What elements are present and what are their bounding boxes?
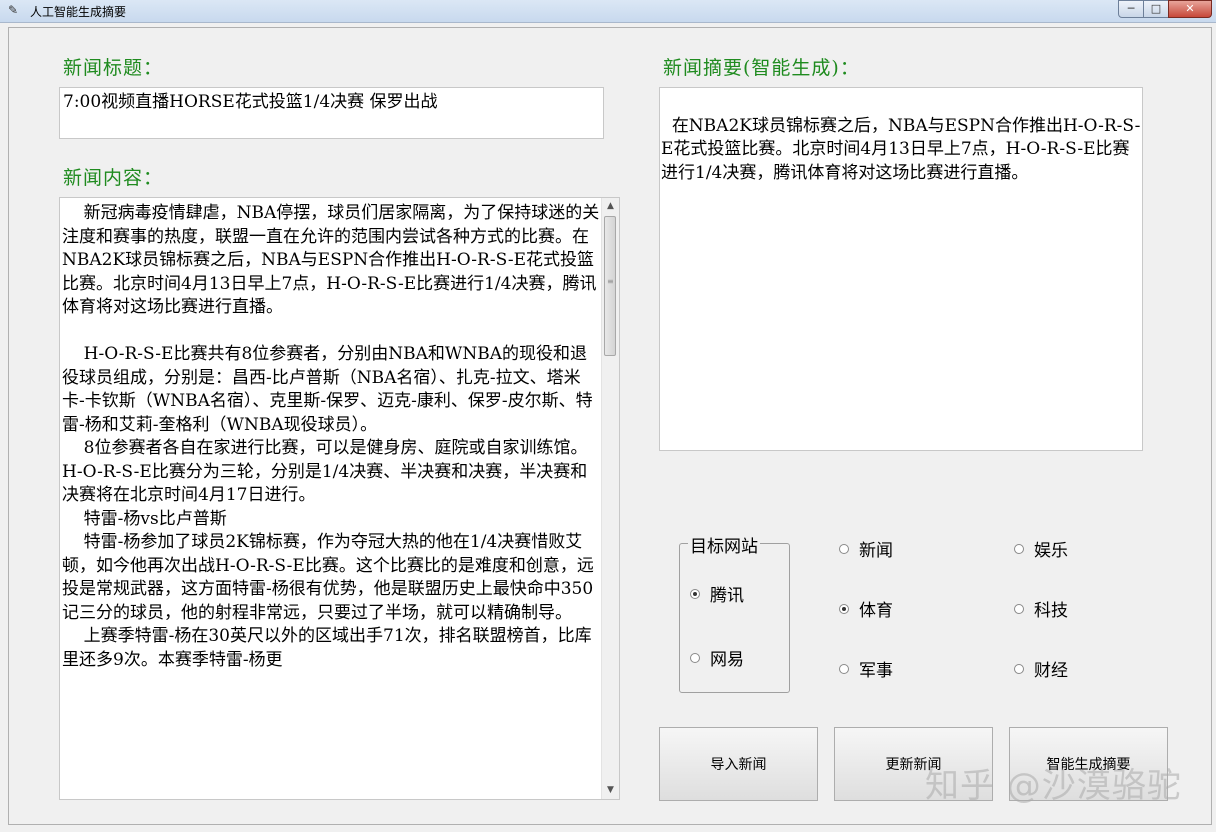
content-scrollbar[interactable]: ▲ ≡ ▼ — [601, 198, 619, 799]
close-button[interactable]: ✕ — [1168, 0, 1212, 18]
radio-unselected-icon — [690, 652, 700, 663]
radio-finance-label: 财经 — [1034, 661, 1068, 681]
radio-unselected-icon — [1014, 663, 1024, 674]
target-site-group: 目标网站 — [679, 532, 790, 693]
radio-sports-label: 体育 — [859, 601, 893, 621]
news-summary-label: 新闻摘要(智能生成)： — [663, 57, 860, 79]
news-title-value: 7:00视频直播HORSE花式投篮1/4决赛 保罗出战 — [63, 92, 438, 112]
news-title-label: 新闻标题： — [63, 57, 164, 79]
radio-entertainment-label: 娱乐 — [1034, 541, 1068, 561]
news-content-text: 新冠病毒疫情肆虐，NBA停摆，球员们居家隔离，为了保持球迷的关注度和赛事的热度，… — [62, 203, 600, 670]
radio-selected-icon — [690, 588, 700, 599]
window-controls: ─ □ ✕ — [1118, 0, 1212, 18]
radio-entertainment[interactable]: 娱乐 — [1014, 536, 1068, 561]
radio-unselected-icon — [839, 543, 849, 554]
radio-military-label: 军事 — [859, 661, 893, 681]
radio-finance[interactable]: 财经 — [1014, 656, 1068, 681]
news-content-textarea[interactable]: 新冠病毒疫情肆虐，NBA停摆，球员们居家隔离，为了保持球迷的关注度和赛事的热度，… — [59, 197, 620, 800]
radio-netease-label: 网易 — [710, 650, 744, 670]
generate-summary-button[interactable]: 智能生成摘要 — [1009, 727, 1168, 801]
feather-icon: ✎ — [7, 3, 19, 17]
radio-selected-icon — [839, 603, 849, 614]
radio-tencent[interactable]: 腾讯 — [690, 581, 744, 606]
news-title-input[interactable]: 7:00视频直播HORSE花式投篮1/4决赛 保罗出战 — [59, 87, 604, 139]
scroll-up-arrow-icon[interactable]: ▲ — [602, 198, 619, 215]
radio-unselected-icon — [1014, 543, 1024, 554]
news-content-label: 新闻内容： — [63, 167, 164, 189]
title-bar: ✎ 人工智能生成摘要 ─ □ ✕ — [0, 0, 1216, 23]
update-news-button[interactable]: 更新新闻 — [834, 727, 993, 801]
minimize-button[interactable]: ─ — [1118, 0, 1144, 18]
radio-sports[interactable]: 体育 — [839, 596, 893, 621]
import-news-button[interactable]: 导入新闻 — [659, 727, 818, 801]
radio-unselected-icon — [1014, 603, 1024, 614]
radio-netease[interactable]: 网易 — [690, 645, 744, 670]
radio-tech-label: 科技 — [1034, 601, 1068, 621]
grip-icon: ≡ — [607, 277, 614, 286]
radio-tencent-label: 腾讯 — [710, 586, 744, 606]
window-title: 人工智能生成摘要 — [30, 5, 127, 19]
target-site-legend: 目标网站 — [688, 532, 760, 557]
maximize-button[interactable]: □ — [1143, 0, 1169, 18]
radio-news-label: 新闻 — [859, 541, 893, 561]
radio-tech[interactable]: 科技 — [1014, 596, 1068, 621]
scroll-down-arrow-icon[interactable]: ▼ — [602, 782, 619, 799]
radio-military[interactable]: 军事 — [839, 656, 893, 681]
scroll-thumb[interactable]: ≡ — [604, 216, 616, 356]
radio-news[interactable]: 新闻 — [839, 536, 893, 561]
news-summary-value: 在NBA2K球员锦标赛之后，NBA与ESPN合作推出H-O-R-S-E花式投篮比… — [661, 115, 1141, 183]
radio-unselected-icon — [839, 663, 849, 674]
news-summary-textarea[interactable]: 在NBA2K球员锦标赛之后，NBA与ESPN合作推出H-O-R-S-E花式投篮比… — [659, 87, 1143, 451]
